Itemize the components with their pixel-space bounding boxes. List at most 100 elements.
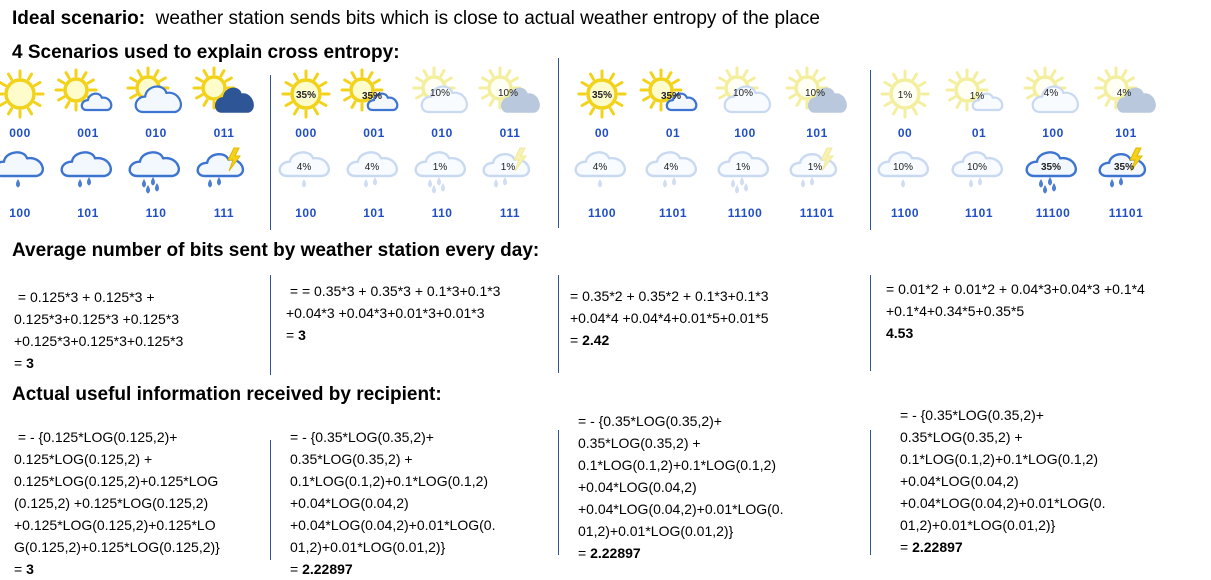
percent-label: 10% [733,88,753,99]
bit-code-label: 1101 [658,206,688,220]
formula-text: +0.125*LOG(0.125,2)+0.125*LO [14,517,216,533]
percent-label: 1% [808,162,823,173]
cloud-rain-icon: 4% [342,146,406,190]
percent-label: 1% [970,91,985,102]
sun-big-cloud-icon: 10% [713,66,777,116]
percent-label: 1% [501,162,516,173]
cloud-drop-icon: 10% [873,146,937,190]
formula-text: = - {0.35*LOG(0.35,2)+ [578,413,722,429]
formula-text: +0.04*3 +0.04*3+0.01*3+0.01*3 [286,305,485,321]
result-value: 4.53 [886,325,914,341]
bit-code-label: 100 [295,206,317,220]
formula-line: G(0.125,2)+0.125*LOG(0.125,2)} [14,536,220,558]
formula-line: = 2.22897 [578,542,783,564]
sun-cloud-icon: 1% [945,68,1011,116]
percent-label: 35% [362,91,382,102]
formula-text: +0.04*LOG(0.04,2)+0.01*LOG(0. [900,495,1106,511]
formula-line: +0.04*3 +0.04*3+0.01*3+0.01*3 [286,302,500,324]
formula-text: = [578,545,591,561]
sun-dark-cloud-icon: 4% [1094,66,1158,116]
formula-line: 0.125*LOG(0.125,2) + [14,448,220,470]
formula-line: = = 0.35*3 + 0.35*3 + 0.1*3+0.1*3 [286,280,501,302]
intro-text: weather station sends bits which is clos… [155,8,820,29]
scenarios-heading: 4 Scenarios used to explain cross entrop… [12,42,400,63]
intro-label: Ideal scenario: [12,8,146,29]
formula-text: = - {0.35*LOG(0.35,2)+ [900,407,1044,423]
intro-heading: Ideal scenario: weather station sends bi… [12,8,820,30]
formula-line: 0.1*LOG(0.1,2)+0.1*LOG(0.1,2) [290,470,495,492]
formula-text: = = 0.35*3 + 0.35*3 + 0.1*3+0.1*3 [286,283,501,299]
formula-line: = 3 [286,324,500,346]
formula-line: = - {0.125*LOG(0.125,2)+ [14,426,220,448]
percent-label: 35% [1114,162,1134,173]
bit-code-label: 000 [295,126,317,140]
formula-line: = 0.35*2 + 0.35*2 + 0.1*3+0.1*3 [570,285,769,307]
formula-line: 0.35*LOG(0.35,2) + [290,448,495,470]
thunderstorm-icon [192,146,256,190]
sun-dark-cloud-icon [192,66,256,116]
formula-text: 0.1*LOG(0.1,2)+0.1*LOG(0.1,2) [290,473,489,489]
sunny-icon [0,69,52,119]
formula-line: +0.04*LOG(0.04,2) [900,470,1105,492]
bit-code-label: 110 [431,206,453,220]
formula-text: +0.125*3+0.125*3+0.125*3 [14,333,184,349]
formula-line: (0.125,2) +0.125*LOG(0.125,2) [14,492,220,514]
formula-text: 0.125*LOG(0.125,2)+0.125*LOG [14,473,219,489]
percent-label: 4% [1117,88,1132,99]
formula-text: 0.1*LOG(0.1,2)+0.1*LOG(0.1,2) [578,457,777,473]
sun-big-cloud-icon [124,66,188,116]
formula-text: G(0.125,2)+0.125*LOG(0.125,2)} [14,539,220,555]
bit-code-label: 000 [9,126,31,140]
formula-line: +0.04*LOG(0.04,2) [290,492,495,514]
thunderstorm-icon: 1% [478,146,542,190]
information-formula: = - {0.125*LOG(0.125,2)+ 0.125*LOG(0.125,… [14,426,220,580]
percent-label: 35% [1041,162,1061,173]
bit-code-label: 011 [499,126,521,140]
bits-divider [870,275,871,371]
bit-code-label: 00 [897,126,913,140]
scenario-divider [270,75,271,230]
result-value: 3 [26,355,34,371]
formula-line: = 2.42 [570,329,769,351]
bit-code-label: 11100 [1035,206,1071,220]
sun-cloud-icon: 35% [340,68,406,116]
formula-text: = 0.125*3 + 0.125*3 + [14,289,155,305]
formula-line: +0.04*4 +0.04*4+0.01*5+0.01*5 [570,307,769,329]
bit-code-label: 111 [499,206,521,220]
formula-text: = [14,355,27,371]
formula-text: +0.04*LOG(0.04,2) [900,473,1019,489]
percent-label: 35% [661,91,681,102]
cloud-drop-icon [0,146,52,190]
formula-line: = - {0.35*LOG(0.35,2)+ [900,404,1105,426]
cloud-rain-icon: 10% [947,146,1011,190]
formula-line: 4.53 [886,322,1145,344]
sun-dark-cloud-icon: 10% [478,66,542,116]
scenario-divider [870,70,871,230]
formula-line: = - {0.35*LOG(0.35,2)+ [578,410,783,432]
formula-text: +0.04*LOG(0.04,2) [578,479,697,495]
formula-line: +0.04*LOG(0.04,2)+0.01*LOG(0. [290,514,495,536]
info-heading: Actual useful information received by re… [12,384,442,405]
bits-formula: = 0.125*3 + 0.125*3 + 0.125*3+0.125*3 +0.… [14,286,183,374]
formula-text: = 0.35*2 + 0.35*2 + 0.1*3+0.1*3 [570,288,769,304]
formula-line: = 3 [14,352,183,374]
result-value: 3 [298,327,306,343]
bit-code-label: 010 [431,126,453,140]
sunny-icon: 35% [274,69,338,119]
information-formula: = - {0.35*LOG(0.35,2)+ 0.35*LOG(0.35,2) +… [290,426,495,580]
sun-dark-cloud-icon: 10% [785,66,849,116]
percent-label: 4% [1044,88,1059,99]
formula-line: +0.125*3+0.125*3+0.125*3 [14,330,183,352]
sun-cloud-icon [54,68,120,116]
bits-formula: = 0.35*2 + 0.35*2 + 0.1*3+0.1*3 +0.04*4 +… [570,285,769,351]
result-value: 2.22897 [590,545,641,561]
bit-code-label: 111 [213,206,235,220]
bit-code-label: 001 [363,126,385,140]
bit-code-label: 100 [734,126,756,140]
bit-code-label: 001 [77,126,99,140]
bit-code-label: 01 [665,126,681,140]
cloud-rain-icon: 4% [641,146,705,190]
bit-code-label: 11101 [1108,206,1144,220]
thunderstorm-icon: 1% [785,146,849,190]
bit-code-label: 100 [1042,126,1064,140]
